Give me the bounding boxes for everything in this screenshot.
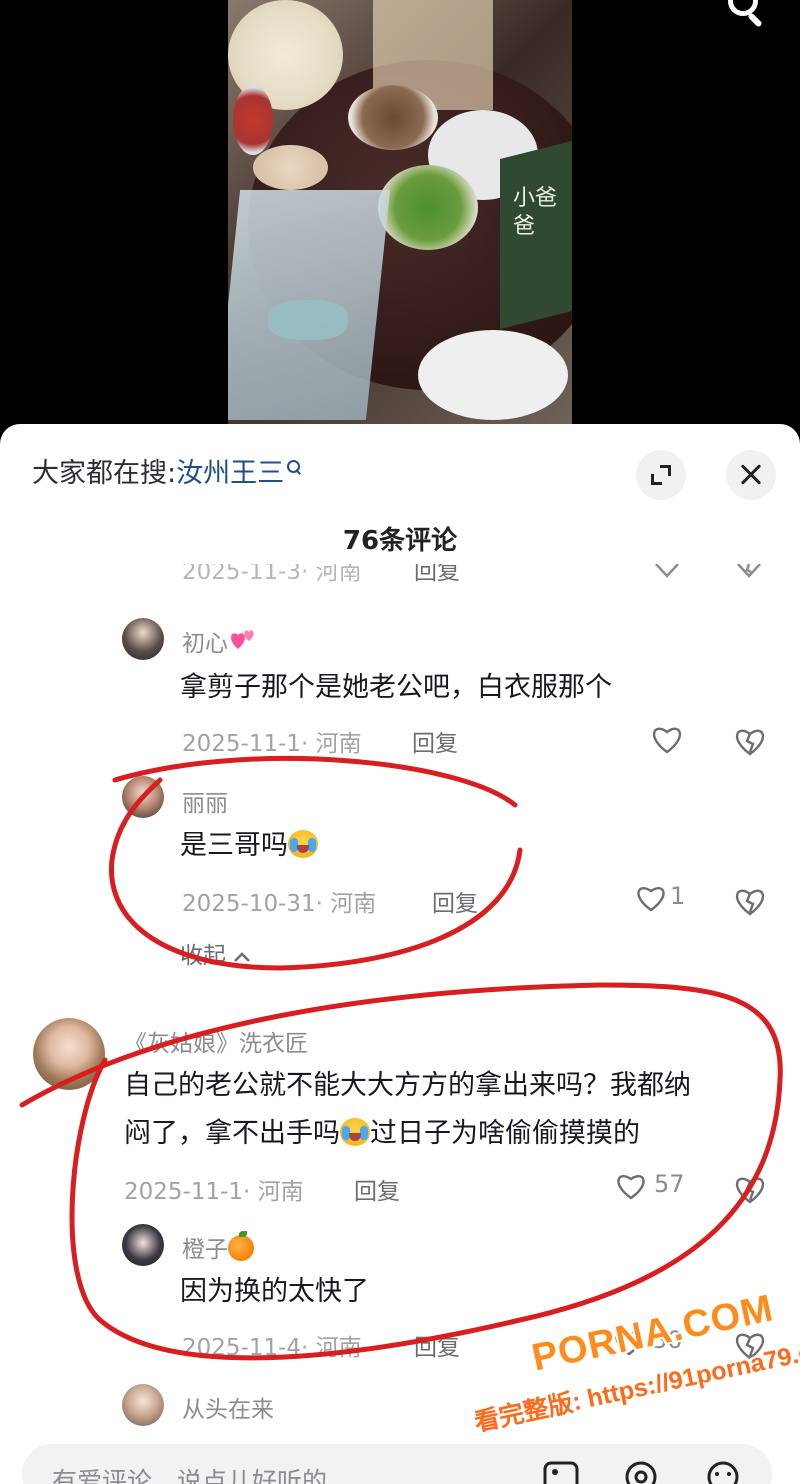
video-dish-meat [348, 85, 438, 150]
trending-keyword[interactable]: 汝州王三 [176, 458, 284, 489]
collapse-button[interactable]: 收起 [180, 936, 251, 970]
trending-label: 大家都在搜: [32, 458, 177, 489]
partial-comment-row: 2025-11-3· 河南 回复 [0, 564, 800, 592]
reply-button[interactable]: 回复 [414, 1328, 460, 1362]
comment-meta: 2025-11-4· 河南 [182, 1335, 362, 1361]
comment-text: 是三哥吗 [180, 824, 318, 868]
comment-meta: 2025-11-1· 河南 [182, 731, 362, 757]
video-bag-text: 小爸爸 [513, 186, 558, 239]
comment-text: 因为换的太快了 [180, 1276, 369, 1307]
video-player[interactable]: 小爸爸 [0, 0, 800, 440]
avatar[interactable] [33, 1018, 105, 1090]
heart-icon[interactable] [650, 720, 710, 760]
crying-laughing-emoji-icon [288, 830, 318, 858]
chevron-up-icon [234, 952, 251, 962]
video-dish-chili [233, 85, 273, 155]
expand-icon [651, 465, 671, 485]
crying-laughing-emoji-icon [340, 1118, 370, 1146]
comment-text-line-2: 闷了，拿不出手吗 过日子为啥偷偷摸摸的 [124, 1118, 640, 1149]
search-small-icon [286, 456, 301, 478]
partial-reply-button[interactable]: 回复 [414, 564, 460, 586]
broken-heart-icon[interactable] [732, 722, 768, 758]
reply-button[interactable]: 回复 [354, 1172, 400, 1206]
heart-icon[interactable] [652, 564, 682, 580]
avatar[interactable] [122, 776, 164, 818]
comment-meta: 2025-11-1· 河南 [124, 1179, 304, 1205]
avatar[interactable] [122, 1224, 164, 1266]
heart-icon [637, 887, 665, 912]
comment-username[interactable]: 初心 [182, 624, 258, 658]
avatar[interactable] [122, 1384, 164, 1426]
comment-username[interactable]: 从头在来 [182, 1390, 274, 1424]
comment-text: 拿剪子那个是她老公吧，白衣服那个 [180, 672, 612, 703]
comment-username[interactable]: 《灰姑娘》洗衣匠 [124, 1024, 308, 1058]
comment-username[interactable]: 橙子 [182, 1230, 254, 1264]
broken-heart-icon[interactable] [732, 882, 768, 918]
two-hearts-icon [231, 630, 254, 649]
comment-input-placeholder: 有爱评论，说点儿好听的 [52, 1467, 328, 1484]
like-count: 1 [670, 882, 686, 910]
partial-comment-meta: 2025-11-3· 河南 [182, 564, 362, 585]
like-count: 57 [654, 1170, 685, 1198]
broken-heart-icon[interactable] [732, 1170, 768, 1206]
reply-button[interactable]: 回复 [412, 724, 458, 758]
video-frame: 小爸爸 [228, 0, 572, 425]
like-button[interactable]: 57 [614, 1168, 694, 1208]
expand-button[interactable] [636, 450, 686, 500]
avatar[interactable] [122, 618, 164, 660]
emoji-icon[interactable] [704, 1460, 742, 1484]
like-button[interactable]: 1 [634, 880, 694, 920]
reply-button[interactable]: 回复 [432, 884, 478, 918]
heart-icon [617, 1175, 645, 1200]
comment-count: 76条评论 [342, 526, 458, 556]
video-dish-greens [378, 165, 478, 250]
video-plate-empty-2 [418, 330, 568, 420]
orange-emoji-icon [228, 1231, 254, 1261]
video-ribbon [268, 300, 348, 340]
comment-meta: 2025-10-31· 河南 [182, 891, 377, 917]
search-button[interactable] [718, 0, 768, 34]
comment-text-line-1: 自己的老公就不能大大方方的拿出来吗？我都纳 [124, 1070, 691, 1101]
close-button[interactable] [726, 450, 776, 500]
comment-username[interactable]: 丽丽 [182, 784, 228, 818]
trending-search[interactable]: 大家都在搜:汝州王三 [32, 456, 301, 492]
broken-heart-icon[interactable] [734, 564, 764, 580]
video-dish-eggs [253, 145, 328, 190]
